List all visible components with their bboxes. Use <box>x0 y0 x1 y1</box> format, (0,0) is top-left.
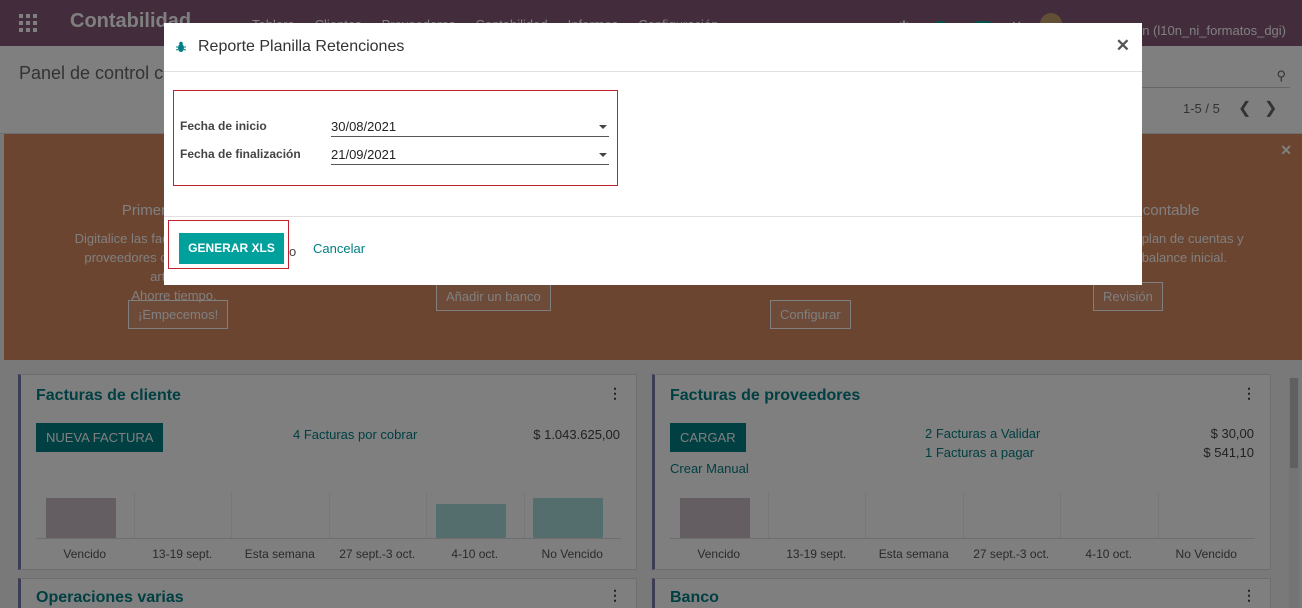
start-date-field[interactable]: 30/08/2021 <box>331 115 609 137</box>
date-fields-highlight: Fecha de inicio 30/08/2021 Fecha de fina… <box>173 90 618 186</box>
dialog-title: Reporte Planilla Retenciones <box>198 38 405 55</box>
start-date-label: Fecha de inicio <box>180 119 267 133</box>
close-icon[interactable]: ✕ <box>1116 36 1130 56</box>
caret-down-icon[interactable] <box>599 125 607 129</box>
cancel-link[interactable]: Cancelar <box>313 241 365 256</box>
end-date-label: Fecha de finalización <box>180 147 301 161</box>
dialog-header: Reporte Planilla Retenciones ✕ <box>164 23 1142 72</box>
start-date-value: 30/08/2021 <box>331 119 397 134</box>
bug-icon <box>176 41 186 52</box>
or-text: o <box>289 244 297 259</box>
generate-xls-button[interactable]: GENERAR XLS <box>179 233 284 264</box>
end-date-value: 21/09/2021 <box>331 147 397 162</box>
dialog-footer: GENERAR XLS o Cancelar <box>164 216 1142 285</box>
report-dialog: Reporte Planilla Retenciones ✕ Fecha de … <box>164 23 1142 285</box>
caret-down-icon[interactable] <box>599 153 607 157</box>
end-date-field[interactable]: 21/09/2021 <box>331 143 609 165</box>
